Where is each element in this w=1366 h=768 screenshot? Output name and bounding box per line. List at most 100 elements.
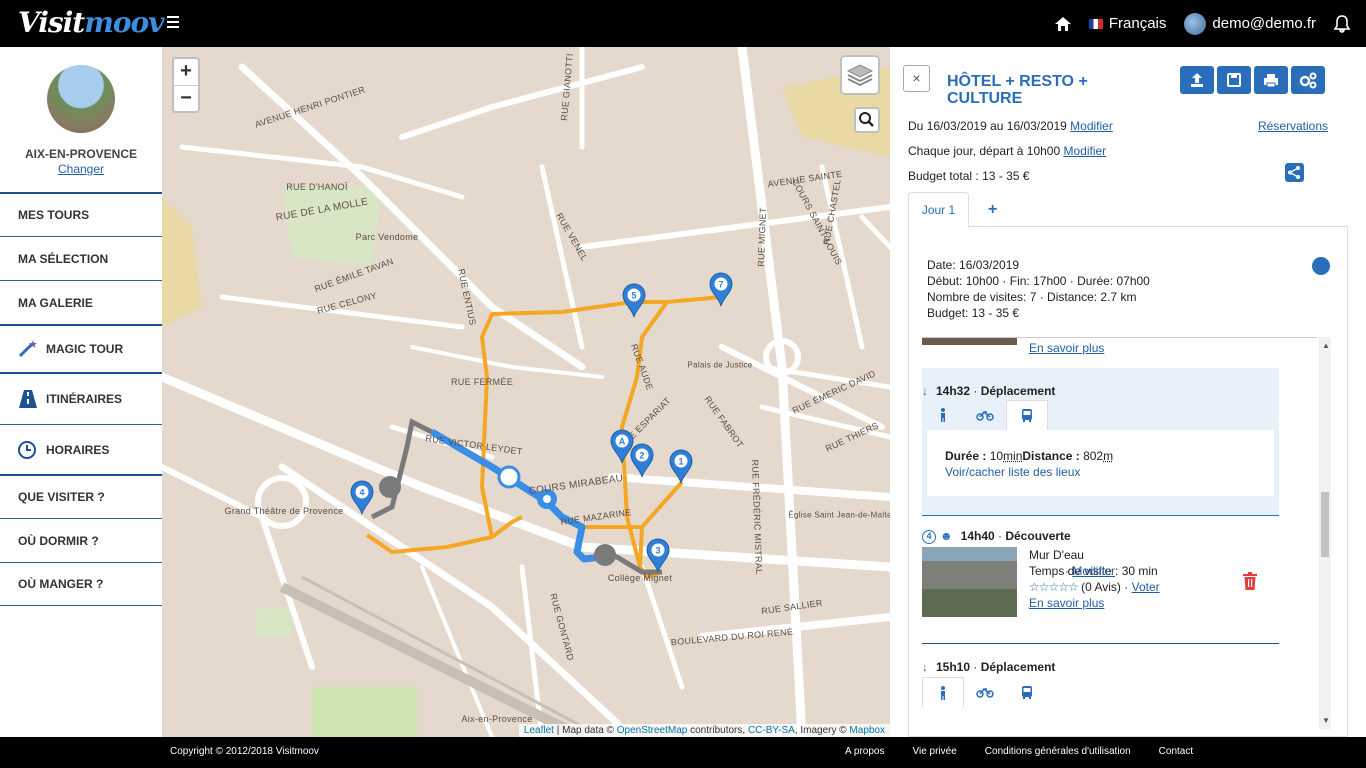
tour-toolbar <box>1180 66 1328 94</box>
sidebar-item-ou-dormir[interactable]: OÙ DORMIR ? <box>0 518 162 562</box>
upload-icon <box>1191 73 1203 87</box>
visit-number-badge: 4 <box>922 529 936 544</box>
sidebar-item-mes-tours[interactable]: MES TOURS <box>0 192 162 236</box>
print-icon <box>1264 74 1278 88</box>
footer-link-cgu[interactable]: Conditions générales d'utilisation <box>985 746 1131 757</box>
cc-link[interactable]: CC-BY-SA <box>748 725 795 736</box>
bus-icon <box>1022 409 1032 422</box>
rating-stars[interactable]: ☆☆☆☆☆ <box>1029 580 1079 594</box>
zoom-control: + − <box>172 57 200 113</box>
map-street-label: Collège Mignet <box>607 573 673 583</box>
home-icon[interactable] <box>1054 16 1071 31</box>
bus-mode-tab[interactable] <box>1006 677 1048 707</box>
copyright: Copyright © 2012/2018 Visitmoov <box>170 746 319 757</box>
tour-panel: × HÔTEL + RESTO + CULTURE Du 16/03/2019 … <box>890 47 1366 737</box>
map-attribution: Leaflet | Map data © OpenStreetMap contr… <box>518 724 890 737</box>
close-panel-button[interactable]: × <box>903 65 930 92</box>
language-selector[interactable]: Français <box>1088 15 1166 32</box>
vote-link[interactable]: Voter <box>1132 580 1160 594</box>
french-flag-icon <box>1088 19 1103 30</box>
map[interactable]: AVENUE HENRI PONTIER RUE D'HANOÏ RUE DE LA… <box>162 47 890 737</box>
footer-link-a-propos[interactable]: A propos <box>845 746 884 757</box>
user-avatar <box>1184 12 1207 35</box>
user-menu[interactable]: demo@demo.fr <box>1184 12 1316 35</box>
scroll-up-icon[interactable]: ▲ <box>1322 341 1330 350</box>
bus-icon[interactable] <box>497 465 521 489</box>
bus-mode-tab[interactable] <box>1006 400 1048 430</box>
globe-icon[interactable] <box>1312 257 1330 275</box>
scroll-down-icon[interactable]: ▼ <box>1322 716 1330 725</box>
footer-link-contact[interactable]: Contact <box>1159 746 1193 757</box>
modify-visit-time-link[interactable]: Modifier <box>1072 564 1115 578</box>
tab-jour-1[interactable]: Jour 1 <box>908 192 969 228</box>
trash-icon[interactable] <box>1242 572 1258 590</box>
search-icon <box>859 112 874 127</box>
city-name: AIX-EN-PROVENCE <box>24 147 137 161</box>
modify-schedule-link[interactable]: Modifier <box>1063 144 1106 158</box>
footer-links: A propos Vie privée Conditions générales… <box>845 746 1221 757</box>
mapbox-link[interactable]: Mapbox <box>849 725 885 736</box>
save-button[interactable] <box>1217 66 1251 94</box>
osm-link[interactable]: OpenStreetMap <box>617 725 688 736</box>
bike-mode-tab[interactable] <box>964 677 1006 707</box>
sidebar-item-magic-tour[interactable]: MAGIC TOUR <box>0 324 162 372</box>
previous-more-link[interactable]: En savoir plus <box>1029 341 1104 355</box>
menu-icon[interactable] <box>167 16 179 28</box>
upload-button[interactable] <box>1180 66 1214 94</box>
zoom-out-button[interactable]: − <box>174 85 198 111</box>
print-button[interactable] <box>1254 66 1288 94</box>
sidebar-item-ma-galerie[interactable]: MA GALERIE <box>0 280 162 324</box>
settings-button[interactable] <box>1291 66 1325 94</box>
theater-masks-icon: ☻ <box>940 529 953 543</box>
previous-visit-photo <box>922 338 1017 345</box>
map-search-button[interactable] <box>854 107 880 133</box>
app-logo[interactable]: Visitmoov <box>18 6 164 40</box>
pedestrian-icon <box>941 408 945 422</box>
footer-link-vie-privee[interactable]: Vie privée <box>912 746 956 757</box>
arrow-down-icon: ↓ <box>922 384 928 398</box>
sidebar-item-itineraires[interactable]: ITINÉRAIRES <box>0 372 162 424</box>
toggle-places-link[interactable]: Voir/cacher liste des lieux <box>945 465 1080 479</box>
walk-mode-tab[interactable] <box>922 677 964 707</box>
transport-modes <box>922 400 1048 430</box>
sidebar-item-ou-manger[interactable]: OÙ MANGER ? <box>0 562 162 606</box>
sidebar-item-que-visiter[interactable]: QUE VISITER ? <box>0 474 162 518</box>
itinerary-list[interactable]: En savoir plus ↓ 14h32 · Déplacement Duré… <box>922 337 1317 729</box>
modify-dates-link[interactable]: Modifier <box>1070 119 1113 133</box>
tour-schedule: Chaque jour, départ à 10h00 Modifier <box>908 144 1107 158</box>
visit-photo[interactable] <box>922 547 1017 617</box>
share-button[interactable] <box>1285 163 1304 182</box>
top-bar: Visitmoov Français demo@demo.fr <box>0 0 1366 47</box>
walk-mode-tab[interactable] <box>922 400 964 430</box>
walk-end-icon[interactable] <box>594 544 616 566</box>
change-city-link[interactable]: Changer <box>58 162 104 176</box>
itinerary-visit: 4 ☻ 14h40 · Découverte Mur D'eau Temps de … <box>922 517 1279 644</box>
map-street-label: Église Saint Jean-de-Malte <box>788 510 890 520</box>
bike-mode-tab[interactable] <box>964 400 1006 430</box>
itinerary-scrollbar[interactable]: ▲ ▼ <box>1319 337 1331 729</box>
transport-modes <box>922 677 1048 707</box>
map-street-label: RUE FERMÉE <box>450 377 514 387</box>
walk-start-icon[interactable] <box>379 476 401 498</box>
visit-name: Mur D'eau <box>1029 548 1084 562</box>
day-content: Date: 16/03/2019 Début: 10h00 · Fin: 17h… <box>908 227 1348 737</box>
scrollbar-thumb[interactable] <box>1321 492 1329 557</box>
sidebar-item-horaires[interactable]: HORAIRES <box>0 424 162 474</box>
clock-icon <box>18 440 36 459</box>
zoom-in-button[interactable]: + <box>174 59 198 85</box>
reservations-link[interactable]: Réservations <box>1258 119 1328 133</box>
sidebar-item-ma-selection[interactable]: MA SÉLECTION <box>0 236 162 280</box>
add-day-tab[interactable]: + <box>988 192 997 227</box>
bicycle-icon <box>976 410 994 421</box>
bell-icon[interactable] <box>1334 14 1350 33</box>
map-street-label: RUE MIGNET <box>755 207 769 267</box>
visit-more-link[interactable]: En savoir plus <box>1029 596 1104 610</box>
itinerary-move: ↓ 14h32 · Déplacement Durée : 10minDistan… <box>922 368 1279 516</box>
leaflet-link[interactable]: Leaflet <box>524 725 554 736</box>
move-details: Durée : 10minDistance : 802m Voir/cacher… <box>927 430 1274 496</box>
sidebar: AIX-EN-PROVENCE Changer MES TOURS MA SÉL… <box>0 47 162 737</box>
road-icon <box>19 390 37 408</box>
map-area <box>162 197 202 327</box>
map-street-label: Palais de Justice <box>687 360 753 370</box>
layers-button[interactable] <box>840 55 880 95</box>
